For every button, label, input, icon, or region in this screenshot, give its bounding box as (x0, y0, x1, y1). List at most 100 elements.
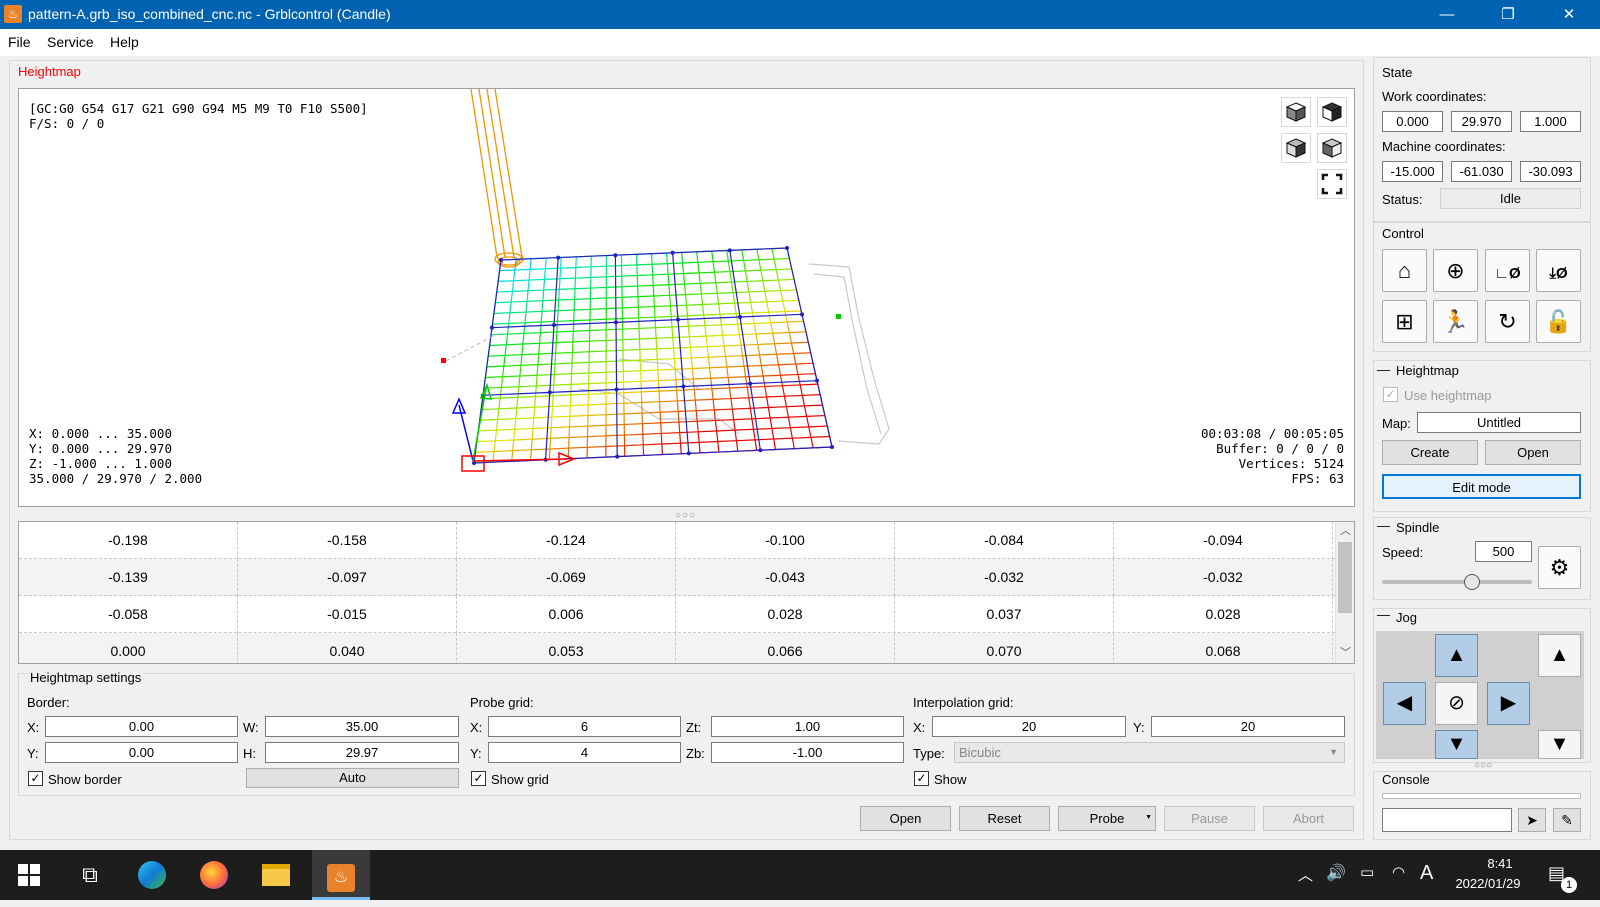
zt-input[interactable]: 1.00 (711, 716, 904, 737)
interp-y-input[interactable]: 20 (1151, 716, 1345, 737)
edit-mode-button[interactable]: Edit mode (1382, 474, 1581, 499)
jog-z-plus-button[interactable]: ▲ (1538, 634, 1581, 677)
wifi-icon[interactable]: ◠ (1392, 863, 1405, 881)
border-h-input[interactable]: 29.97 (265, 742, 459, 763)
3d-viewer[interactable]: [GC:G0 G54 G17 G21 G90 G94 M5 M9 T0 F10 … (18, 88, 1355, 507)
heightmap-reset-button[interactable]: Reset (959, 806, 1050, 831)
jog-x-plus-button[interactable]: ▶ (1487, 682, 1530, 725)
reset-button[interactable]: ↻ (1485, 300, 1530, 343)
probe-z-button[interactable]: ⊕ (1433, 249, 1478, 292)
table-cell[interactable]: -0.043 (676, 559, 895, 596)
table-cell[interactable]: -0.084 (895, 522, 1114, 559)
interp-x-input[interactable]: 20 (932, 716, 1126, 737)
show-border-checkbox[interactable]: ✓ (28, 771, 43, 786)
table-cell[interactable]: -0.198 (19, 522, 238, 559)
spindle-speed-slider-thumb[interactable] (1464, 574, 1480, 590)
right-splitter-handle[interactable]: ○○○ (1474, 760, 1492, 771)
pause-button[interactable]: Pause (1164, 806, 1255, 831)
spindle-speed-slider-track[interactable] (1382, 580, 1532, 584)
table-cell[interactable]: 0.040 (238, 633, 457, 664)
border-w-input[interactable]: 35.00 (265, 716, 459, 737)
table-cell[interactable]: -0.139 (19, 559, 238, 596)
border-y-input[interactable]: 0.00 (45, 742, 238, 763)
spindle-speed-input[interactable]: 500 (1475, 541, 1532, 562)
table-cell[interactable]: -0.032 (895, 559, 1114, 596)
heightmap-open-button[interactable]: Open (860, 806, 951, 831)
volume-icon[interactable]: 🔊 (1326, 863, 1346, 883)
console-output[interactable] (1382, 793, 1581, 799)
map-name-field[interactable]: Untitled (1417, 412, 1581, 433)
table-cell[interactable]: -0.124 (457, 522, 676, 559)
zero-xy-button[interactable]: ∟Ø (1485, 249, 1530, 292)
table-row[interactable]: -0.058-0.0150.0060.0280.0370.028 (19, 596, 1335, 633)
scroll-up-icon[interactable]: ︿ (1340, 522, 1351, 538)
jog-x-minus-button[interactable]: ◀ (1383, 682, 1426, 725)
zero-z-button[interactable]: ⤓Ø (1536, 249, 1581, 292)
table-cell[interactable]: 0.037 (895, 596, 1114, 633)
show-grid-checkbox[interactable]: ✓ (471, 771, 486, 786)
probe-x-input[interactable]: 6 (488, 716, 681, 737)
clock-date[interactable]: 2022/01/29 (1446, 876, 1530, 891)
use-heightmap-checkbox[interactable]: ✓ (1383, 387, 1398, 402)
candle-taskbar-button[interactable]: ♨ (312, 850, 370, 900)
file-explorer-taskbar-button[interactable] (251, 850, 301, 900)
heightmap-panel-collapse-icon[interactable]: — (1377, 362, 1390, 377)
interp-type-select[interactable]: Bicubic▼ (954, 742, 1345, 763)
console-input[interactable] (1382, 808, 1512, 832)
table-cell[interactable]: 0.006 (457, 596, 676, 633)
probe-y-input[interactable]: 4 (488, 742, 681, 763)
close-button[interactable]: ✕ (1546, 0, 1592, 29)
ime-indicator[interactable]: A (1420, 862, 1433, 885)
firefox-taskbar-button[interactable] (189, 850, 239, 900)
safe-position-button[interactable]: 🏃 (1433, 300, 1478, 343)
table-cell[interactable]: -0.100 (676, 522, 895, 559)
table-cell[interactable]: 0.000 (19, 633, 238, 664)
splitter-handle[interactable]: ○○○ (675, 510, 696, 521)
table-cell[interactable]: 0.028 (676, 596, 895, 633)
table-row[interactable]: -0.198-0.158-0.124-0.100-0.084-0.094 (19, 522, 1335, 559)
heightmap-create-button[interactable]: Create (1382, 440, 1478, 465)
jog-y-minus-button[interactable]: ▼ (1435, 730, 1478, 759)
show-interp-checkbox[interactable]: ✓ (914, 771, 929, 786)
table-cell[interactable]: 0.068 (1114, 633, 1333, 664)
show-hidden-icons-icon[interactable]: ︿ (1298, 864, 1313, 885)
clock-time[interactable]: 8:41 (1470, 856, 1530, 871)
table-cell[interactable]: -0.069 (457, 559, 676, 596)
heightmap-table[interactable]: -0.198-0.158-0.124-0.100-0.084-0.094-0.1… (18, 521, 1355, 664)
home-button[interactable]: ⌂ (1382, 249, 1427, 292)
heightmap-panel-open-button[interactable]: Open (1485, 440, 1581, 465)
table-cell[interactable]: 0.028 (1114, 596, 1333, 633)
table-cell[interactable]: -0.094 (1114, 522, 1333, 559)
zb-input[interactable]: -1.00 (711, 742, 904, 763)
task-view-button[interactable]: ⧉ (65, 850, 115, 900)
unlock-button[interactable]: 🔓 (1536, 300, 1581, 343)
jog-stop-button[interactable]: ⊘ (1435, 682, 1478, 725)
jog-collapse-icon[interactable]: — (1377, 607, 1390, 622)
table-row[interactable]: 0.0000.0400.0530.0660.0700.068 (19, 633, 1335, 664)
restore-origin-button[interactable]: ⊞ (1382, 300, 1427, 343)
battery-icon[interactable]: ▭ (1360, 863, 1374, 881)
auto-button[interactable]: Auto (246, 768, 459, 788)
table-row[interactable]: -0.139-0.097-0.069-0.043-0.032-0.032 (19, 559, 1335, 596)
minimize-button[interactable]: — (1424, 0, 1470, 29)
table-cell[interactable]: -0.058 (19, 596, 238, 633)
menu-file[interactable]: File (8, 34, 31, 50)
table-cell[interactable]: -0.015 (238, 596, 457, 633)
table-cell[interactable]: 0.053 (457, 633, 676, 664)
border-x-input[interactable]: 0.00 (45, 716, 238, 737)
maximize-button[interactable]: ❐ (1485, 0, 1531, 29)
spindle-collapse-icon[interactable]: — (1377, 518, 1390, 533)
scroll-down-icon[interactable]: ﹀ (1340, 644, 1351, 660)
console-send-button[interactable]: ➤ (1518, 808, 1546, 832)
spindle-toggle-button[interactable]: ⚙ (1538, 546, 1581, 589)
jog-y-plus-button[interactable]: ▲ (1435, 634, 1478, 677)
table-cell[interactable]: 0.066 (676, 633, 895, 664)
abort-button[interactable]: Abort (1263, 806, 1354, 831)
probe-button[interactable]: Probe▼ (1058, 806, 1156, 831)
menu-service[interactable]: Service (47, 34, 94, 50)
scroll-thumb[interactable] (1338, 542, 1352, 613)
table-cell[interactable]: 0.070 (895, 633, 1114, 664)
console-clear-button[interactable]: ✎ (1553, 808, 1581, 832)
start-button[interactable] (4, 850, 54, 900)
table-scrollbar[interactable]: ︿ ﹀ (1335, 522, 1354, 663)
